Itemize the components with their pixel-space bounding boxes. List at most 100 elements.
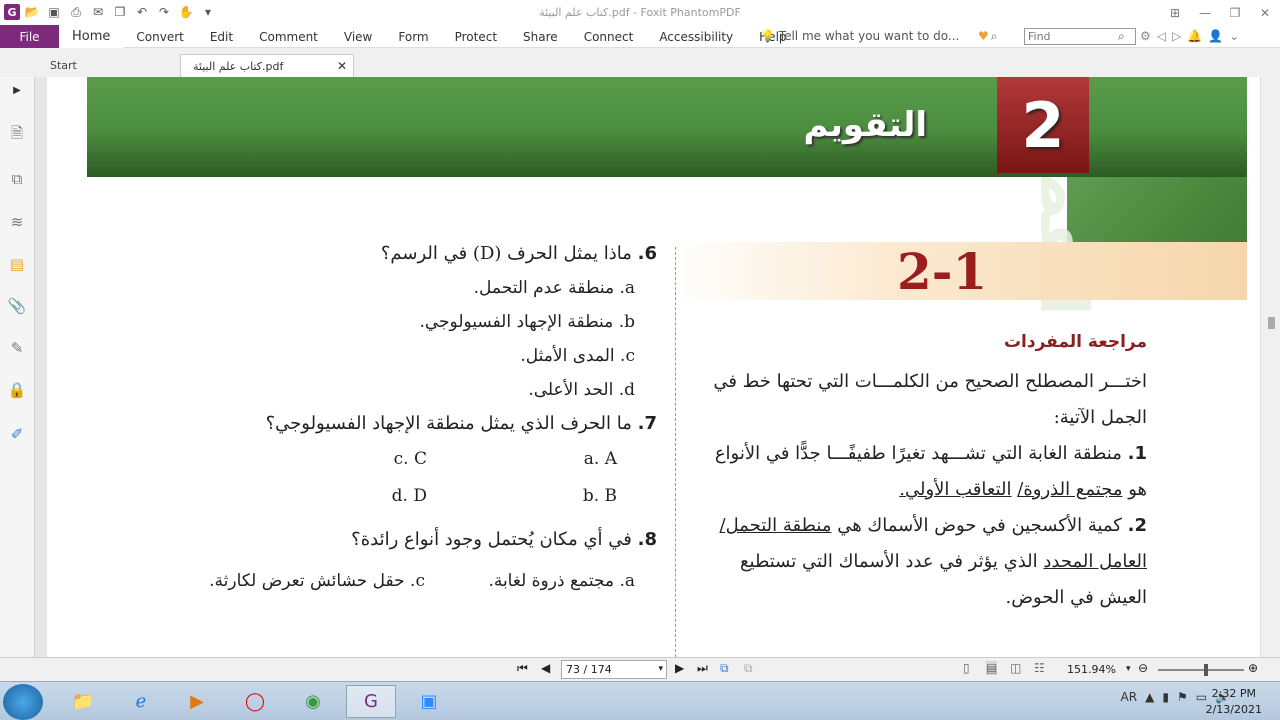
zoom-level[interactable]: 151.94% [1067, 663, 1116, 676]
prev-result-icon[interactable]: ◁ [1157, 29, 1166, 43]
media-player-icon[interactable]: ▶ [172, 685, 222, 718]
question-7-number: 7. [637, 413, 657, 434]
close-button[interactable]: ✕ [1250, 0, 1280, 25]
question-7-text: ما الحرف الذي يمثل منطقة الإجهاد الفسيول… [265, 413, 632, 434]
settings-gear-icon[interactable]: ⚙ [1140, 29, 1151, 43]
foxit-pdf-taskbar-icon[interactable]: G [346, 685, 396, 718]
find-search-icon[interactable]: ⌕ [1118, 29, 1125, 44]
document-view[interactable]: الفصل التقويم 2 2-1 مراجعة المفردات اختـ… [35, 77, 1260, 657]
menu-connect[interactable]: Connect [571, 25, 647, 48]
first-page-button[interactable]: ⏮ [517, 661, 528, 676]
clock-date: 2/13/2021 [1205, 703, 1262, 716]
chrome-icon[interactable]: ◉ [288, 685, 338, 718]
content-tool-icon[interactable]: ✐ [6, 423, 28, 445]
menu-protect[interactable]: Protect [442, 25, 510, 48]
page-dropdown-icon[interactable]: ▾ [658, 661, 663, 678]
page-number-field[interactable]: 73 / 174 ▾ [561, 660, 667, 679]
previous-view-icon[interactable]: ⧉ [720, 661, 729, 676]
question-6: 6. ماذا يمثل الحرف (D) في الرسم؟ [147, 237, 657, 271]
next-page-button[interactable]: ▶ [675, 661, 684, 675]
window-title: كتاب علم البيئة.pdf - Foxit PhantomPDF [539, 6, 741, 19]
minimize-button[interactable]: — [1190, 0, 1220, 25]
next-view-icon[interactable]: ⧉ [744, 661, 753, 676]
opera-icon[interactable]: ◯ [230, 685, 280, 718]
language-indicator[interactable]: AR [1121, 690, 1138, 704]
start-button[interactable] [3, 684, 43, 720]
vocab-intro: اختـــر المصطلح الصحيح من الكلمـــات الت… [713, 371, 1147, 428]
layers-icon[interactable]: ≋ [6, 211, 28, 233]
previous-page-button[interactable]: ◀ [541, 661, 550, 675]
window-controls: ⊞ — ❐ ✕ [1160, 0, 1280, 25]
tell-me-box[interactable]: 💡 Tell me what you want to do... [760, 29, 959, 43]
search-doc-icon[interactable]: ⌕ [991, 29, 998, 44]
menu-share[interactable]: Share [510, 25, 571, 48]
questions-section: 6. ماذا يمثل الحرف (D) في الرسم؟ a. منطق… [147, 237, 657, 600]
column-divider [675, 247, 676, 657]
question-2-option-1: منطقة التحمل/ [719, 515, 832, 536]
right-tools: ⚙ ◁ ▷ 🔔 👤 ⌄ [1140, 29, 1239, 43]
banner-title: التقويم [803, 105, 927, 145]
scrollbar-thumb[interactable] [1268, 317, 1275, 329]
show-hidden-icons-icon[interactable]: ▲ [1145, 690, 1154, 704]
zoom-slider-thumb[interactable] [1204, 664, 1208, 676]
user-icon[interactable]: 👤 [1208, 29, 1223, 43]
signatures-icon[interactable]: ✎ [6, 337, 28, 359]
vertical-scrollbar[interactable] [1260, 77, 1280, 657]
zoom-in-button[interactable]: ⊕ [1248, 661, 1258, 675]
zoom-dropdown-icon[interactable]: ▾ [1126, 664, 1131, 674]
file-explorer-icon[interactable]: 📁 [58, 685, 108, 718]
question-1-number: 1. [1127, 443, 1147, 464]
expand-panel-icon[interactable]: ▶ [6, 79, 28, 101]
question-6-option-a: a. منطقة عدم التحمل. [473, 278, 635, 298]
question-8-options-row: a. مجتمع ذروة لغابة. c. حقل حشائش تعرض ل… [147, 563, 657, 600]
pdf-page: الفصل التقويم 2 2-1 مراجعة المفردات اختـ… [47, 77, 1260, 657]
bookmarks-icon[interactable]: 🗎 [6, 124, 28, 146]
menu-accessibility[interactable]: Accessibility [646, 25, 746, 48]
question-8-option-c: c. حقل حشائش تعرض لكارثة. [209, 571, 425, 591]
single-page-icon[interactable]: ▯ [963, 661, 970, 675]
clock[interactable]: 2:32 PM 2/13/2021 [1206, 686, 1262, 718]
status-bar: ⏮ ◀ 73 / 174 ▾ ▶ ⏭ ⧉ ⧉ ▯ ▤ ◫ ☷ 151.94% ▾… [0, 657, 1280, 681]
heart-icon[interactable]: ♥ [978, 29, 989, 44]
close-tab-icon[interactable]: ✕ [337, 59, 347, 73]
question-8-text: في أي مكان يُحتمل وجود أنواع رائدة؟ [351, 529, 632, 550]
menu-view[interactable]: View [331, 25, 385, 48]
bell-icon[interactable]: 🔔 [1187, 29, 1202, 43]
menu-bar: File Home Convert Edit Comment View Form… [0, 25, 1280, 48]
expand-ribbon-icon[interactable]: ⌄ [1229, 29, 1239, 43]
tab-start[interactable]: Start [38, 54, 186, 77]
menu-comment[interactable]: Comment [246, 25, 331, 48]
question-2-text: كمية الأكسجين في حوض الأسماك هي [837, 515, 1122, 536]
pages-icon[interactable]: ⧉ [6, 168, 28, 190]
continuous-page-icon[interactable]: ▤ [986, 661, 998, 675]
lesson-number: 2-1 [897, 242, 988, 301]
tab-document[interactable]: كتاب علم البيئة.pdf ✕ [180, 54, 354, 77]
question-2: 2. كمية الأكسجين في حوض الأسماك هي منطقة… [692, 508, 1148, 616]
attachments-icon[interactable]: 📎 [6, 295, 28, 317]
security-lock-icon[interactable]: 🔒 [6, 379, 28, 401]
restore-button[interactable]: ❐ [1220, 0, 1250, 25]
file-menu[interactable]: File [0, 25, 59, 48]
page-number-text: 73 / 174 [566, 663, 612, 676]
internet-explorer-icon[interactable]: ℯ [116, 685, 166, 718]
ribbon-toggle-icon[interactable]: ⊞ [1160, 0, 1190, 25]
zoom-app-icon[interactable]: ▣ [404, 685, 454, 718]
menu-edit[interactable]: Edit [197, 25, 246, 48]
next-result-icon[interactable]: ▷ [1172, 29, 1181, 43]
comments-icon[interactable]: ▤ [6, 253, 28, 275]
menu-convert[interactable]: Convert [123, 25, 196, 48]
clock-time: 2:32 PM [1211, 687, 1256, 700]
vocab-heading: مراجعة المفردات [1003, 332, 1147, 352]
zoom-out-button[interactable]: ⊖ [1138, 661, 1148, 675]
zoom-slider[interactable] [1158, 669, 1244, 671]
network-icon[interactable]: ▮ [1162, 690, 1169, 704]
menu-form[interactable]: Form [385, 25, 441, 48]
windows-taskbar: 📁 ℯ ▶ ◯ ◉ G ▣ AR ▲ ▮ ⚑ ▭ 🔊 2:32 PM 2/13/… [0, 681, 1280, 720]
question-1-option-1: مجتمع الذروة/ [1017, 479, 1123, 500]
last-page-button[interactable]: ⏭ [697, 661, 708, 676]
continuous-facing-icon[interactable]: ☷ [1034, 661, 1045, 675]
facing-page-icon[interactable]: ◫ [1010, 661, 1021, 675]
menu-home[interactable]: Home [59, 25, 124, 48]
question-6-option-d: d. الحد الأعلى. [528, 380, 635, 400]
action-center-icon[interactable]: ⚑ [1177, 690, 1188, 704]
